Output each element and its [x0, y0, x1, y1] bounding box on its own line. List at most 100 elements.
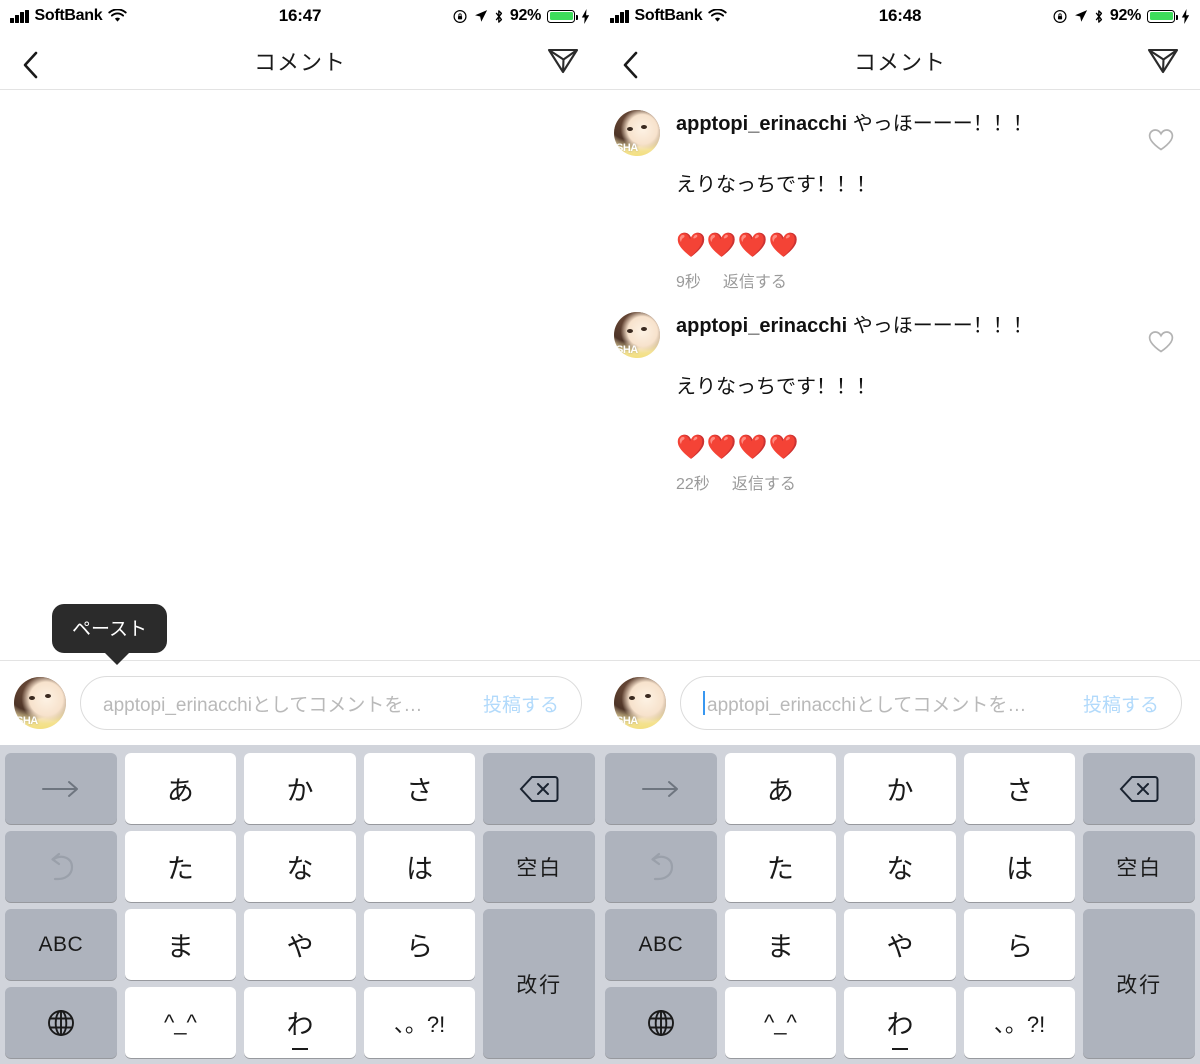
key-改行[interactable]: 改行: [483, 909, 595, 1058]
post-button[interactable]: 投稿する: [483, 690, 559, 717]
key-、。?![interactable]: 、。?!: [363, 987, 476, 1058]
comment-line2: えりなっちです！！！: [676, 174, 876, 196]
key-か[interactable]: か: [244, 753, 356, 824]
comment-timestamp: 22秒: [676, 476, 710, 493]
reply-button[interactable]: 返信する: [723, 268, 787, 292]
rotation-lock-icon: [453, 9, 467, 23]
paste-tooltip[interactable]: ペースト: [52, 604, 168, 665]
undo-icon: [651, 852, 673, 880]
key-globe[interactable]: [5, 987, 117, 1058]
key-か[interactable]: か: [844, 753, 956, 824]
delete-icon: [519, 775, 559, 802]
key-→[interactable]: [5, 753, 117, 824]
avatar: SHA: [14, 677, 66, 729]
key-globe[interactable]: [605, 987, 717, 1058]
location-arrow-icon: [1074, 10, 1087, 22]
comment-feed[interactable]: SHA apptopi_erinacchi やっほーーー！！！ えりなっちです！！！…: [600, 90, 1200, 660]
location-arrow-icon: [474, 10, 487, 22]
key-は[interactable]: は: [363, 831, 476, 902]
key-↺[interactable]: [605, 831, 717, 902]
like-heart-icon[interactable]: [1148, 128, 1174, 157]
key-あ[interactable]: あ: [724, 753, 837, 824]
key-わ[interactable]: わ: [844, 987, 956, 1058]
key-label: た: [766, 854, 794, 884]
key-は[interactable]: は: [963, 831, 1076, 902]
key-や[interactable]: や: [844, 909, 956, 980]
key-空白[interactable]: 空白: [1083, 831, 1195, 902]
comment-feed[interactable]: [0, 90, 600, 660]
bluetooth-icon: [495, 9, 502, 23]
like-heart-icon[interactable]: [1148, 330, 1174, 359]
battery-icon: [547, 9, 578, 23]
key-な[interactable]: な: [244, 831, 356, 902]
comment-item[interactable]: SHA apptopi_erinacchi やっほーーー！！！ えりなっちです！！！…: [600, 292, 1200, 494]
battery-percent: 92%: [509, 7, 541, 24]
key-改行[interactable]: 改行: [1083, 909, 1195, 1058]
avatar: SHA: [614, 110, 660, 156]
key-delete[interactable]: [1083, 753, 1195, 824]
key-label: さ: [1006, 776, 1034, 806]
key-underscore: [891, 1048, 908, 1050]
share-button[interactable]: [546, 41, 580, 80]
key-さ[interactable]: さ: [963, 753, 1076, 824]
key-あ[interactable]: あ: [124, 753, 237, 824]
key-label: ら: [1006, 932, 1034, 962]
undo-icon: [51, 852, 73, 880]
comment-username[interactable]: apptopi_erinacchi: [676, 315, 847, 337]
key-label: ABC: [638, 932, 684, 956]
cursor-right-icon: [41, 780, 78, 797]
back-button[interactable]: [620, 50, 642, 78]
key-、。?![interactable]: 、。?!: [963, 987, 1076, 1058]
comment-item[interactable]: SHA apptopi_erinacchi やっほーーー！！！ えりなっちです！！！…: [600, 90, 1200, 292]
key-↺[interactable]: [5, 831, 117, 902]
back-button[interactable]: [20, 50, 42, 78]
charging-bolt-icon: [1181, 8, 1190, 24]
comment-hearts: ❤️❤️❤️❤️: [676, 434, 800, 461]
key-わ[interactable]: わ: [244, 987, 356, 1058]
key-label: あ: [166, 776, 194, 806]
panel-right: SoftBank 16:48 92% コメント SHA apptopi_erin…: [600, 0, 1200, 1064]
key-→[interactable]: [605, 753, 717, 824]
key-label: ^_^: [163, 1009, 197, 1035]
key-label: さ: [406, 776, 434, 806]
keyboard-left[interactable]: あ か さた な は 空白 ABC ま や ら改行 ^_^ わ 、。?!: [0, 745, 600, 1064]
share-button[interactable]: [1146, 41, 1180, 80]
key-ABC[interactable]: ABC: [605, 909, 717, 980]
key-ABC[interactable]: ABC: [5, 909, 117, 980]
key-た[interactable]: た: [724, 831, 837, 902]
key-label: ABC: [38, 932, 84, 956]
key-label: か: [886, 776, 914, 806]
key-delete[interactable]: [483, 753, 595, 824]
key-label: 空白: [516, 856, 563, 880]
key-空白[interactable]: 空白: [483, 831, 595, 902]
key-^_^[interactable]: ^_^: [124, 987, 237, 1058]
status-bar: SoftBank 16:48 92%: [600, 0, 1200, 32]
key-や[interactable]: や: [244, 909, 356, 980]
globe-icon: [647, 1009, 674, 1036]
avatar-badge: SHA: [616, 715, 638, 727]
key-ま[interactable]: ま: [124, 909, 237, 980]
charging-bolt-icon: [581, 8, 590, 24]
key-さ[interactable]: さ: [363, 753, 476, 824]
key-label: わ: [286, 1010, 314, 1040]
key-ら[interactable]: ら: [963, 909, 1076, 980]
key-^_^[interactable]: ^_^: [724, 987, 837, 1058]
key-ら[interactable]: ら: [363, 909, 476, 980]
reply-button[interactable]: 返信する: [732, 470, 796, 494]
key-label: 、。?!: [393, 1011, 446, 1037]
avatar-badge: SHA: [16, 715, 38, 727]
rotation-lock-icon: [1053, 9, 1067, 23]
key-ま[interactable]: ま: [724, 909, 837, 980]
avatar: SHA: [614, 312, 660, 358]
comment-username[interactable]: apptopi_erinacchi: [676, 113, 847, 135]
keyboard-right[interactable]: あ か さた な は 空白 ABC ま や ら 改行 ^_^ わ 、。?!: [600, 745, 1200, 1064]
avatar: SHA: [614, 677, 666, 729]
key-な[interactable]: な: [844, 831, 956, 902]
comment-input[interactable]: apptopi_erinacchiとしてコメントを… 投稿する: [80, 676, 582, 730]
key-label: 空白: [1116, 856, 1163, 880]
battery-icon: [1147, 9, 1178, 23]
post-button[interactable]: 投稿する: [1083, 690, 1159, 717]
comment-input[interactable]: apptopi_erinacchiとしてコメントを… 投稿する: [680, 676, 1182, 730]
key-た[interactable]: た: [124, 831, 237, 902]
key-label: あ: [766, 776, 794, 806]
